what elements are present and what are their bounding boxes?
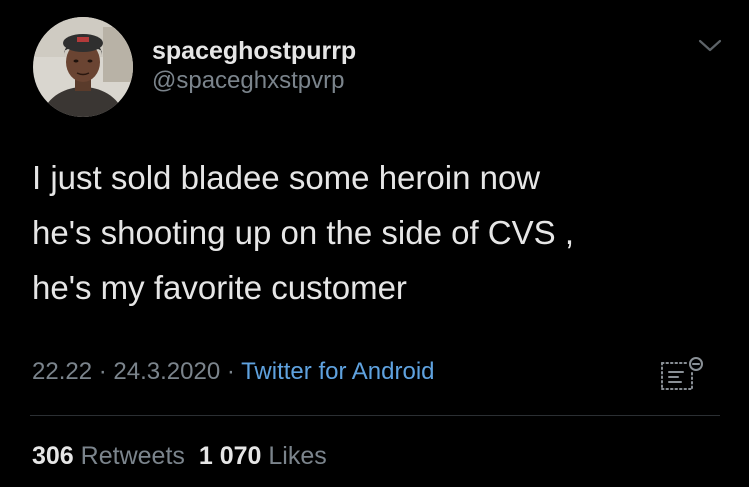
- retweets-label: Retweets: [80, 442, 185, 470]
- tweet-source-link[interactable]: Twitter for Android: [241, 358, 434, 385]
- tweet-card: spaceghostpurrp @spaceghxstpvrp I just s…: [0, 0, 749, 487]
- avatar[interactable]: [33, 17, 133, 117]
- user-handle[interactable]: @spaceghxstpvrp: [152, 66, 356, 96]
- likes-label: Likes: [268, 442, 327, 470]
- analytics-icon: [661, 357, 703, 390]
- author-info: spaceghostpurrp @spaceghxstpvrp: [152, 36, 356, 96]
- meta-separator: ·: [226, 358, 235, 385]
- tweet-text-line: I just sold bladee some heroin now: [32, 159, 541, 196]
- retweets-stat[interactable]: 306 Retweets: [32, 442, 185, 470]
- tweet-meta: 22.22 · 24.3.2020 · Twitter for Android: [32, 357, 435, 387]
- divider: [30, 415, 720, 416]
- display-name[interactable]: spaceghostpurrp: [152, 36, 356, 66]
- chevron-down-icon: [698, 39, 722, 52]
- likes-count: 1 070: [198, 442, 262, 470]
- tweet-time[interactable]: 22.22: [32, 358, 92, 385]
- likes-stat[interactable]: 1 070 Likes: [199, 442, 327, 470]
- tweet-text: I just sold bladee some heroin now he's …: [32, 150, 732, 315]
- retweets-count: 306: [32, 442, 74, 470]
- tweet-text-line: he's shooting up on the side of CVS ,: [32, 214, 574, 251]
- meta-separator: ·: [98, 358, 107, 385]
- tweet-menu-button[interactable]: [695, 36, 725, 56]
- analytics-button[interactable]: [656, 351, 708, 397]
- tweet-text-line: he's my favorite customer: [32, 269, 407, 306]
- user-avatar-icon: [33, 17, 133, 117]
- tweet-date[interactable]: 24.3.2020: [113, 358, 220, 385]
- tweet-stats: 306 Retweets 1 070 Likes: [32, 441, 327, 471]
